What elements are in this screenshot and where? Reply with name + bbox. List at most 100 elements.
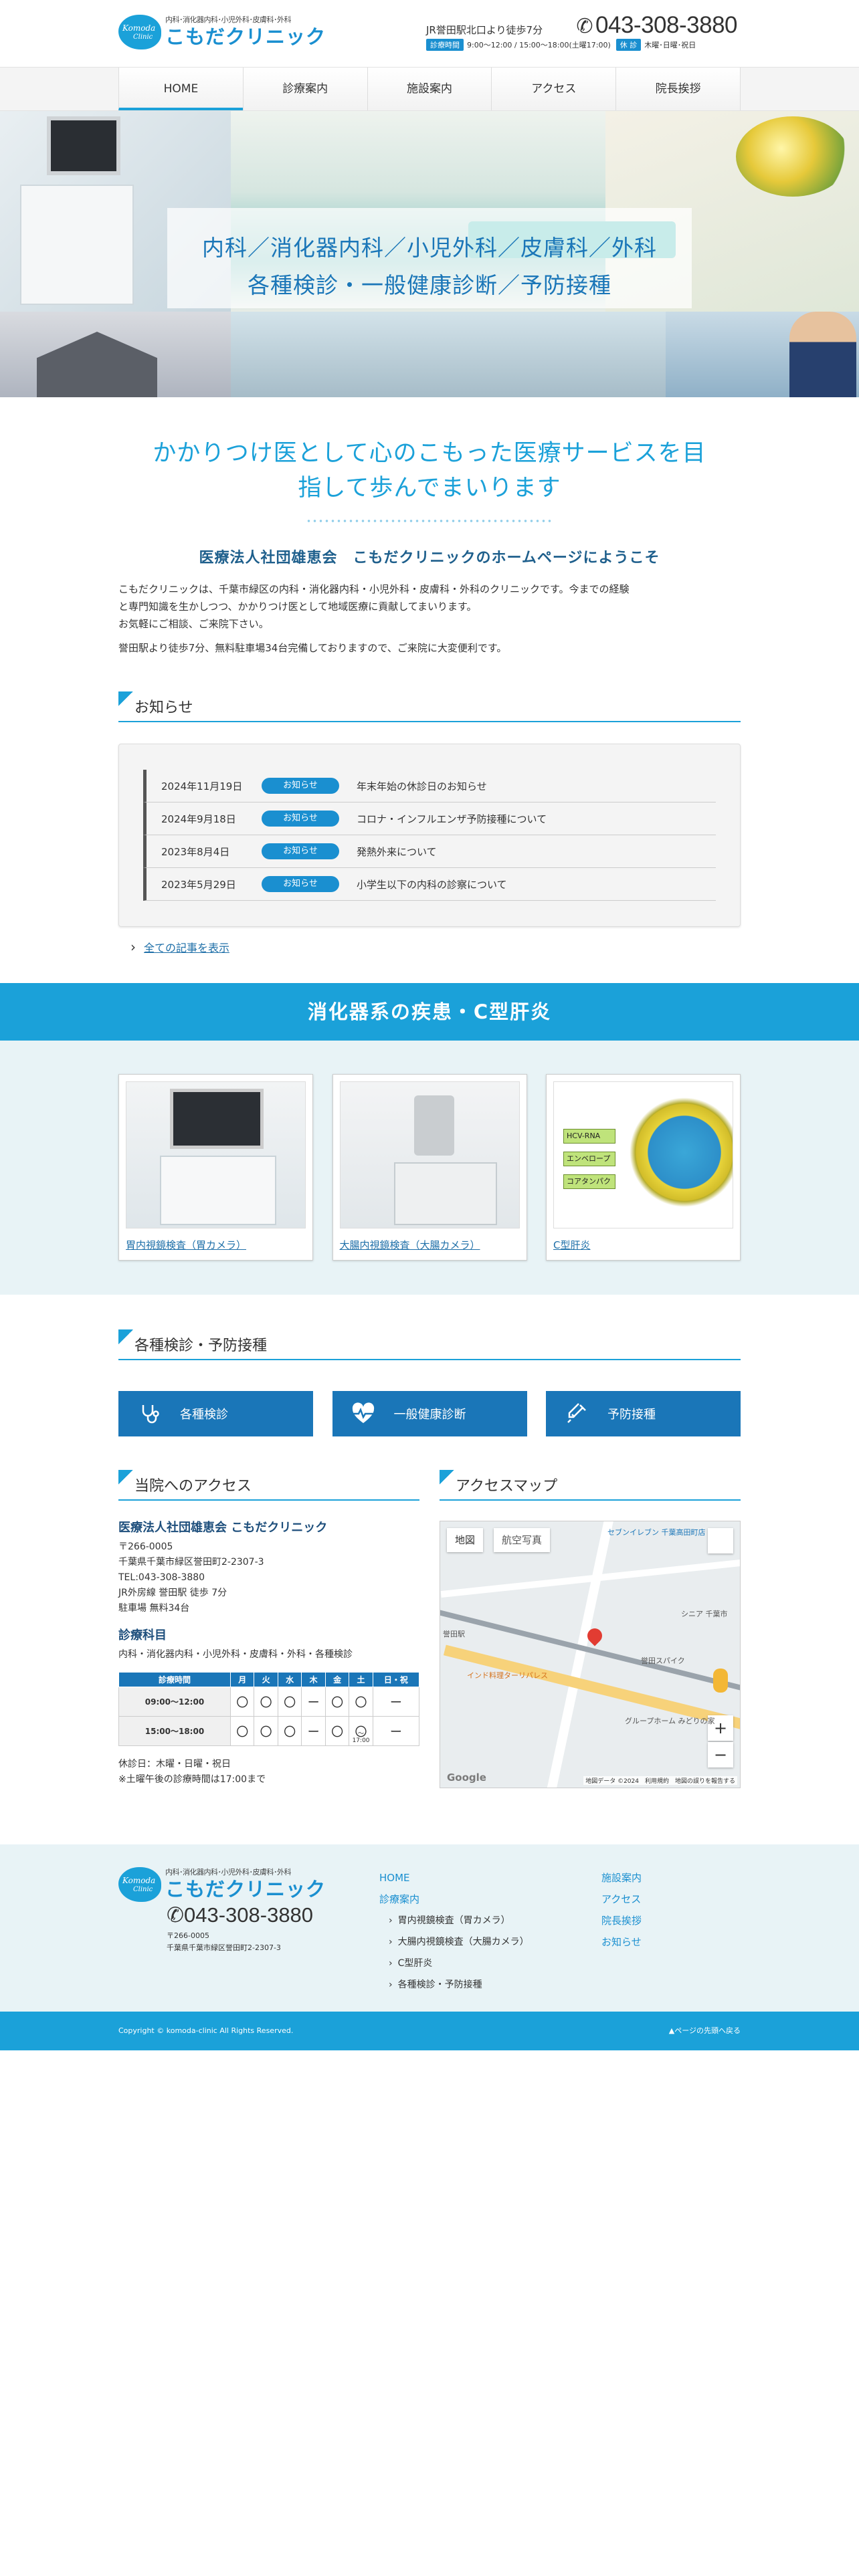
checkup-button[interactable]: 各種検診	[118, 1391, 313, 1436]
virus-label: コアタンパク	[563, 1174, 615, 1189]
hours-tag: 診療時間	[426, 39, 464, 51]
footer-address: 〒266-0005 千葉県千葉市緑区誉田町2-2307-3	[167, 1931, 281, 1952]
news-item[interactable]: 2023年5月29日 お知らせ 小学生以下の内科の診察について	[143, 868, 716, 901]
health-check-button[interactable]: 一般健康診断	[332, 1391, 527, 1436]
news-date: 2024年11月19日	[161, 780, 243, 792]
news-item[interactable]: 2023年8月4日 お知らせ 発熱外来について	[143, 835, 716, 868]
nav-access[interactable]: アクセス	[491, 68, 616, 110]
welcome-heading: 医療法人社団雄恵会 こもだクリニックのホームページにようこそ	[199, 550, 660, 566]
footer-link[interactable]: お知らせ	[601, 1931, 642, 1953]
header-tel-number: 043-308-3880	[595, 12, 737, 38]
saturday-note: ～17:00	[352, 1731, 370, 1744]
card-caption[interactable]: 胃内視鏡検査（胃カメラ）	[126, 1238, 306, 1252]
site-footer: Komoda Clinic 内科･消化器内科･小児外科･皮膚科･外科 こもだクリ…	[0, 1844, 859, 2012]
vaccination-button[interactable]: 予防接種	[546, 1391, 741, 1436]
map-place: セブンイレブン 千葉高田町店	[607, 1528, 706, 1537]
closed-tag: 休 診	[615, 39, 642, 51]
map-tab-satellite[interactable]: 航空写真	[494, 1528, 551, 1552]
news-title[interactable]: 小学生以下の内科の診察について	[357, 877, 507, 891]
footer-sublink[interactable]: 大腸内視鏡検査（大腸カメラ）	[379, 1931, 529, 1953]
news-title[interactable]: 発熱外来について	[357, 845, 437, 859]
card-gastroscopy[interactable]: 胃内視鏡検査（胃カメラ）	[118, 1074, 313, 1261]
intro-paragraph-2: 誉田駅より徒歩7分、無料駐車場34台完備しておりますので、ご来院に大変便利です。	[118, 642, 507, 654]
copyright-text: Copyright © komoda-clinic All Rights Res…	[118, 2026, 294, 2035]
page-top-link[interactable]: ▲ページの先頭へ戻る	[669, 2012, 741, 2050]
dept-heading: 診療科目	[118, 1628, 167, 1642]
checkup-heading: 各種検診・予防接種	[118, 1329, 741, 1360]
map-attribution[interactable]: 地図データ ©2024 利用規約 地図の誤りを報告する	[583, 1776, 737, 1785]
google-logo: Google	[447, 1772, 486, 1784]
news-date: 2023年5月29日	[161, 878, 236, 891]
street-view-icon[interactable]	[713, 1669, 728, 1693]
news-list: 2024年11月19日 お知らせ 年末年始の休診日のお知らせ 2024年9月18…	[118, 744, 741, 927]
news-title[interactable]: 年末年始の休診日のお知らせ	[357, 779, 487, 793]
card-colonoscopy[interactable]: 大腸内視鏡検査（大腸カメラ）	[332, 1074, 527, 1261]
hero-doctor	[789, 312, 856, 397]
nav-greeting[interactable]: 院長挨拶	[615, 68, 741, 110]
map-place: 誉田駅	[443, 1630, 465, 1638]
all-news-link[interactable]: 全ての記事を表示	[130, 939, 741, 955]
nav-services[interactable]: 診療案内	[242, 68, 367, 110]
footer-logo[interactable]: Komoda Clinic 内科･消化器内科･小児外科･皮膚科･外科 こもだクリ…	[118, 1863, 326, 1905]
copyright-bar: Copyright © komoda-clinic All Rights Res…	[0, 2012, 859, 2050]
gastroscopy-image	[126, 1081, 306, 1228]
news-item[interactable]: 2024年11月19日 お知らせ 年末年始の休診日のお知らせ	[143, 770, 716, 802]
card-caption[interactable]: 大腸内視鏡検査（大腸カメラ）	[340, 1238, 520, 1252]
logo-title: こもだクリニック	[165, 25, 326, 48]
digestive-heading: 消化器系の疾患・C型肝炎	[0, 983, 859, 1041]
logo-mark: Komoda Clinic	[118, 11, 165, 52]
access-heading: 当院へのアクセス	[118, 1470, 419, 1501]
lead-heading: かかりつけ医として心のこもった医療サービスを目 指して歩んでまいります	[153, 440, 706, 502]
logo-subtitle: 内科･消化器内科･小児外科･皮膚科･外科	[165, 15, 292, 24]
dotted-divider	[306, 519, 553, 523]
nav-home[interactable]: HOME	[118, 68, 243, 110]
footer-link[interactable]: 院長挨拶	[601, 1910, 642, 1931]
footer-link[interactable]: アクセス	[601, 1889, 642, 1910]
table-row: 09:00～12:00 〇〇〇ー〇〇ー	[118, 1687, 420, 1717]
map-place: グループホーム みどりの家	[625, 1717, 715, 1725]
google-map[interactable]: 地図 航空写真 + − セブンイレブン 千葉高田町店 誉田駅 インド料理ターリパ…	[440, 1521, 741, 1788]
colonoscopy-image	[339, 1081, 520, 1228]
syringe-icon	[565, 1402, 589, 1426]
footer-nav-2: 施設案内 アクセス 院長挨拶 お知らせ	[601, 1867, 642, 1953]
footer-sublink[interactable]: 胃内視鏡検査（胃カメラ）	[379, 1910, 529, 1931]
footer-link[interactable]: HOME	[379, 1867, 529, 1889]
clinic-name: 医療法人社団雄恵会 こもだクリニック	[118, 1521, 328, 1535]
stethoscope-icon	[137, 1402, 161, 1426]
hero-line1: 内科／消化器内科／小児外科／皮膚科／外科	[202, 235, 657, 261]
virus-illustration	[628, 1095, 733, 1209]
footer-link[interactable]: 診療案内	[379, 1889, 529, 1910]
hepatitis-c-image: HCV-RNA エンベロープ コアタンパク	[553, 1081, 733, 1228]
footer-sublink[interactable]: 各種検診・予防接種	[379, 1974, 529, 1996]
zoom-out-button[interactable]: −	[708, 1742, 733, 1767]
footer-tel[interactable]: ✆043-308-3880	[167, 1903, 313, 1927]
dept-list: 内科・消化器内科・小児外科・皮膚科・外科・各種検診	[118, 1649, 353, 1660]
clinic-address: 〒266-0005 千葉県千葉市緑区誉田町2-2307-3 TEL:043-30…	[118, 1541, 264, 1614]
header-hours: 診療時間 9:00～12:00 / 15:00～18:00(土曜17:00) 休…	[426, 39, 701, 51]
closed-value: 木曜･日曜･祝日	[644, 41, 696, 49]
footer-link[interactable]: 施設案内	[601, 1867, 642, 1889]
hours-table: 診療時間月火水木金土日・祝 09:00～12:00 〇〇〇ー〇〇ー 15:00～…	[118, 1672, 420, 1746]
site-logo[interactable]: Komoda Clinic 内科･消化器内科･小児外科･皮膚科･外科 こもだクリ…	[118, 11, 326, 52]
header-tel[interactable]: ✆ 043-308-3880	[576, 12, 737, 39]
map-heading: アクセスマップ	[440, 1470, 741, 1501]
footer-sublink[interactable]: C型肝炎	[379, 1953, 529, 1974]
lower-section: 各種検診・予防接種 各種検診 一般健康診断 予防接種 当院へのアクセス 医療法人…	[118, 1329, 741, 1788]
nav-facility[interactable]: 施設案内	[367, 68, 492, 110]
news-title[interactable]: コロナ・インフルエンザ予防接種について	[357, 812, 547, 826]
intro-section: かかりつけ医として心のこもった医療サービスを目 指して歩んでまいります 医療法人…	[118, 436, 741, 955]
hero-monitor	[47, 116, 120, 175]
news-category-badge: お知らせ	[262, 843, 339, 859]
card-hepatitis-c[interactable]: HCV-RNA エンベロープ コアタンパク C型肝炎	[546, 1074, 741, 1261]
news-heading: お知らせ	[118, 691, 741, 722]
closed-note: 休診日：木曜・日曜・祝日 ※土曜午後の診療時間は17:00まで	[118, 1759, 266, 1785]
map-tab-map[interactable]: 地図	[447, 1528, 484, 1552]
news-date: 2023年8月4日	[161, 845, 230, 858]
news-item[interactable]: 2024年9月18日 お知らせ コロナ・インフルエンザ予防接種について	[143, 802, 716, 835]
news-category-badge: お知らせ	[262, 811, 339, 827]
card-caption[interactable]: C型肝炎	[553, 1238, 733, 1252]
table-row: 15:00～18:00 〇〇〇ー〇 〇～17:00 ー	[118, 1716, 420, 1746]
site-header: Komoda Clinic 内科･消化器内科･小児外科･皮膚科･外科 こもだクリ…	[118, 0, 741, 67]
fullscreen-icon[interactable]	[708, 1528, 733, 1553]
access-column: 当院へのアクセス 医療法人社団雄恵会 こもだクリニック 〒266-0005 千葉…	[118, 1470, 420, 1788]
